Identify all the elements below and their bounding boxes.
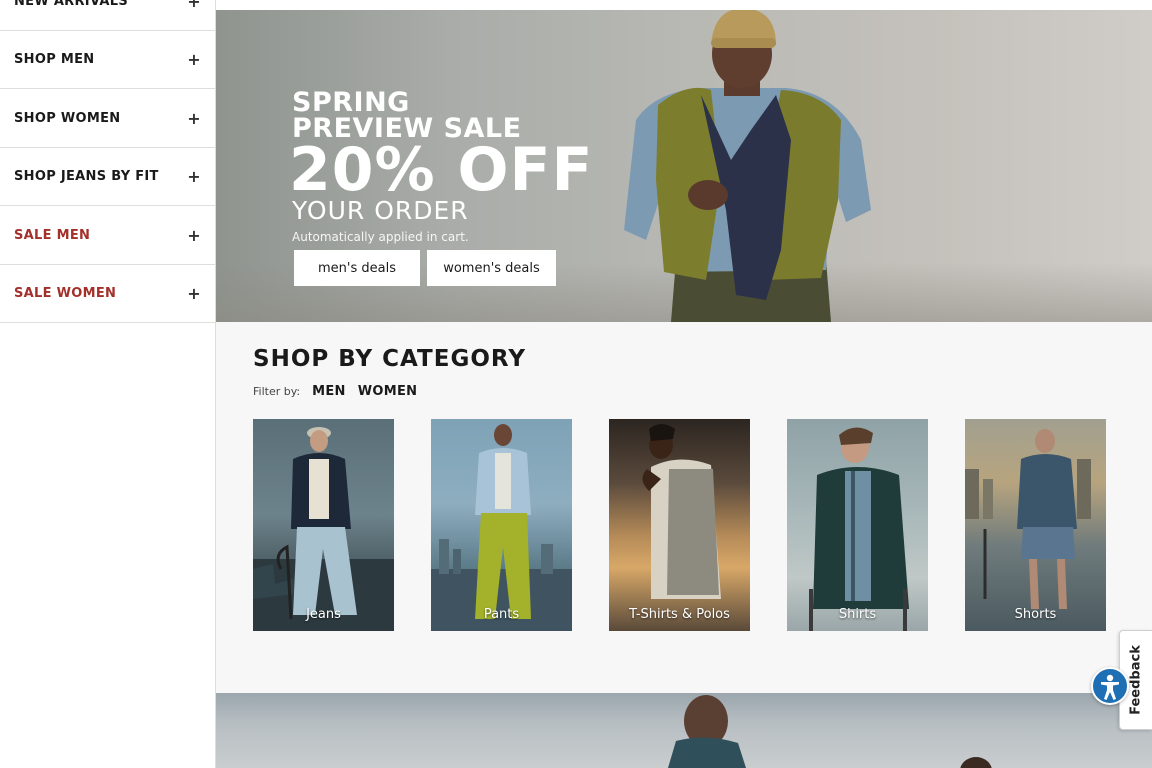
sidebar-item-label: SALE WOMEN [14, 286, 117, 301]
bottom-banner[interactable] [216, 693, 1152, 768]
hero-banner[interactable]: SPRING PREVIEW SALE 20% OFF YOUR ORDER A… [216, 10, 1152, 322]
category-filter: Filter by: MEN WOMEN [253, 384, 429, 399]
shirts-photo [809, 427, 909, 631]
tile-label: T-Shirts & Polos [629, 607, 730, 622]
shorts-photo [965, 429, 1091, 609]
sidebar-item-label: SHOP JEANS BY FIT [14, 169, 159, 184]
sidebar-item-label: NEW ARRIVALS [14, 0, 129, 9]
hero-copy: SPRING PREVIEW SALE 20% OFF YOUR ORDER A… [289, 89, 594, 244]
sidebar-item-shop-jeans-by-fit[interactable]: SHOP JEANS BY FIT + [0, 148, 215, 206]
filter-men[interactable]: MEN [312, 384, 346, 399]
plus-icon[interactable]: + [187, 167, 201, 186]
pants-photo [431, 424, 572, 631]
sidebar-item-label: SHOP WOMEN [14, 111, 121, 126]
category-tile-tshirts-polos[interactable]: T-Shirts & Polos [609, 419, 750, 631]
tile-label: Pants [483, 607, 520, 622]
section-title: SHOP BY CATEGORY [253, 346, 526, 372]
plus-icon[interactable]: + [187, 50, 201, 69]
filter-women[interactable]: WOMEN [358, 384, 418, 399]
category-tile-jeans[interactable]: Jeans [253, 419, 394, 631]
filter-label: Filter by: [253, 385, 301, 398]
womens-deals-button[interactable]: women's deals [427, 250, 556, 286]
sidebar-item-shop-women[interactable]: SHOP WOMEN + [0, 90, 215, 148]
sidebar-item-shop-men[interactable]: SHOP MEN + [0, 31, 215, 89]
main-content: SPRING PREVIEW SALE 20% OFF YOUR ORDER A… [216, 0, 1152, 768]
sidebar-item-label: SHOP MEN [14, 52, 95, 67]
sidebar-item-label: SALE MEN [14, 228, 91, 243]
plus-icon[interactable]: + [187, 109, 201, 128]
sidebar-item-sale-women[interactable]: SALE WOMEN + [0, 265, 215, 323]
sidebar-nav: NEW ARRIVALS + SHOP MEN + SHOP WOMEN + S… [0, 0, 216, 768]
mens-deals-button[interactable]: men's deals [294, 250, 420, 286]
plus-icon[interactable]: + [187, 226, 201, 245]
plus-icon[interactable]: + [187, 0, 201, 11]
plus-icon[interactable]: + [187, 284, 201, 303]
category-tile-pants[interactable]: Pants [431, 419, 572, 631]
hero-fineprint: Automatically applied in cart. [292, 230, 469, 244]
hero-discount: 20% OFF [289, 135, 594, 205]
category-tile-shorts[interactable]: Shorts [965, 419, 1106, 631]
feedback-label: Feedback [1128, 645, 1144, 715]
hero-buttons: men's deals women's deals [294, 250, 556, 286]
jeans-photo [253, 427, 394, 631]
hero-model-image [624, 10, 871, 322]
category-tile-shirts[interactable]: Shirts [787, 419, 928, 631]
tile-label: Shirts [838, 607, 877, 622]
top-strip [216, 0, 1152, 10]
accessibility-icon[interactable] [1091, 667, 1129, 705]
tshirts-photo [642, 424, 721, 599]
category-tiles: Jeans Pants T-Shirts & Polos Shirts Shor… [253, 419, 1113, 631]
tile-label: Shorts [1014, 607, 1057, 622]
tile-label: Jeans [306, 607, 341, 622]
sidebar-item-new-arrivals[interactable]: NEW ARRIVALS + [0, 0, 215, 31]
bottom-banner-image [668, 695, 992, 768]
sidebar-item-sale-men[interactable]: SALE MEN + [0, 207, 215, 265]
